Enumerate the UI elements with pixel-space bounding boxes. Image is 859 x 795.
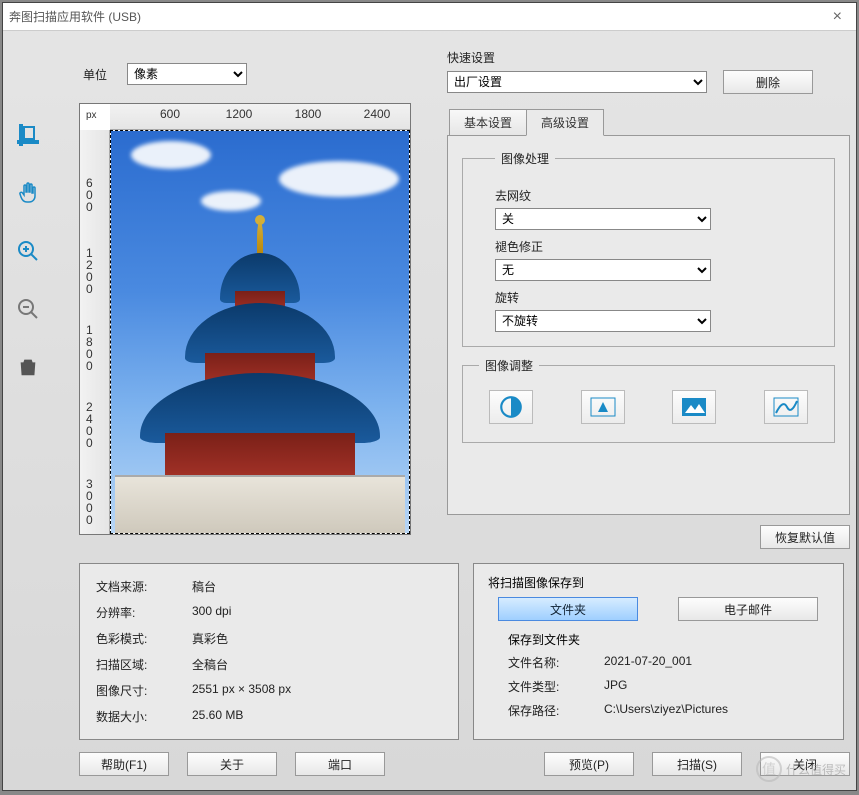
info-size-label: 图像尺寸: [96,682,192,699]
levels-icon[interactable] [581,390,625,424]
px-label: px [86,110,97,121]
image-adjust-legend: 图像调整 [479,357,539,374]
quick-settings-select[interactable]: 出厂设置 [447,71,707,93]
app-window: 奔图扫描应用软件 (USB) × 单位 像素 [2,2,857,791]
title-bar: 奔图扫描应用软件 (USB) × [3,3,856,31]
ruler-vertical: 600 1200 1800 2400 3000 [80,130,110,534]
scan-info-panel: 文档来源:稿台 分辨率:300 dpi 色彩模式:真彩色 扫描区域:全稿台 图像… [79,563,459,740]
contrast-icon[interactable] [489,390,533,424]
unit-label: 单位 [83,66,107,83]
save-type-value: JPG [604,678,829,695]
info-color-value: 真彩色 [192,630,442,647]
info-data-value: 25.60 MB [192,708,442,725]
preview-area[interactable]: px 600 1200 1800 2400 600 1200 1800 2400 [79,103,411,535]
save-path-value: C:\Users\ziyez\Pictures [604,702,829,719]
save-path-label: 保存路径: [508,702,604,719]
advanced-panel: 图像处理 去网纹 关 褪色修正 无 旋转 不旋转 图像调整 [447,135,850,515]
scan-button[interactable]: 扫描(S) [652,752,742,776]
image-processing-group: 图像处理 去网纹 关 褪色修正 无 旋转 不旋转 [462,150,835,347]
tab-basic[interactable]: 基本设置 [449,109,527,136]
delete-button[interactable]: 删除 [723,70,813,94]
close-button[interactable]: 关闭 [760,752,850,776]
restore-defaults-button[interactable]: 恢复默认值 [760,525,850,549]
preview-image [110,130,410,534]
save-panel: 将扫描图像保存到 文件夹 电子邮件 保存到文件夹 文件名称:2021-07-20… [473,563,844,740]
info-size-value: 2551 px × 3508 px [192,682,442,699]
zoom-in-icon[interactable] [14,237,42,265]
save-email-button[interactable]: 电子邮件 [678,597,818,621]
info-area-label: 扫描区域: [96,656,192,673]
rotate-select[interactable]: 不旋转 [495,310,711,332]
window-title: 奔图扫描应用软件 (USB) [9,8,141,25]
info-source-value: 稿台 [192,578,442,595]
close-icon[interactable]: × [825,8,850,26]
ruler-horizontal: 600 1200 1800 2400 [110,104,410,130]
port-button[interactable]: 端口 [295,752,385,776]
save-name-label: 文件名称: [508,654,604,671]
tool-strip [3,31,53,790]
help-button[interactable]: 帮助(F1) [79,752,169,776]
image-adjust-group: 图像调整 [462,357,835,443]
quick-settings-label: 快速设置 [447,49,850,66]
info-source-label: 文档来源: [96,578,192,595]
descreen-label: 去网纹 [495,187,818,204]
save-subtitle: 保存到文件夹 [508,631,829,648]
curves-icon[interactable] [764,390,808,424]
zoom-out-icon[interactable] [14,295,42,323]
hand-icon[interactable] [14,179,42,207]
info-area-value: 全稿台 [192,656,442,673]
crop-icon[interactable] [14,121,42,149]
unit-select[interactable]: 像素 [127,63,247,85]
info-color-label: 色彩模式: [96,630,192,647]
save-folder-button[interactable]: 文件夹 [498,597,638,621]
about-button[interactable]: 关于 [187,752,277,776]
preview-button[interactable]: 预览(P) [544,752,634,776]
info-dpi-label: 分辨率: [96,604,192,621]
save-type-label: 文件类型: [508,678,604,695]
save-name-value: 2021-07-20_001 [604,654,829,671]
descreen-select[interactable]: 关 [495,208,711,230]
tab-advanced[interactable]: 高级设置 [526,109,604,136]
fade-select[interactable]: 无 [495,259,711,281]
image-icon[interactable] [672,390,716,424]
info-data-label: 数据大小: [96,708,192,725]
fade-label: 褪色修正 [495,238,818,255]
image-processing-legend: 图像处理 [495,150,555,167]
trash-icon[interactable] [14,353,42,381]
save-title: 将扫描图像保存到 [488,576,584,590]
info-dpi-value: 300 dpi [192,604,442,621]
rotate-label: 旋转 [495,289,818,306]
